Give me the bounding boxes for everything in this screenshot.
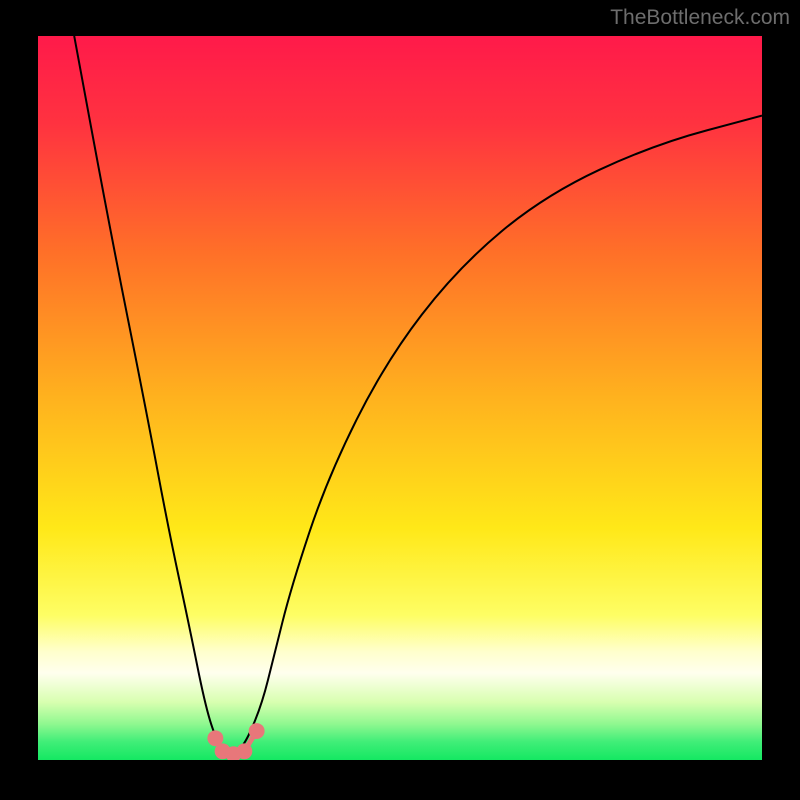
chart-plot-area [38, 36, 762, 760]
bottleneck-curve [38, 36, 762, 760]
curve-marker [249, 723, 265, 739]
watermark-text: TheBottleneck.com [610, 6, 790, 30]
curve-marker [236, 743, 252, 759]
